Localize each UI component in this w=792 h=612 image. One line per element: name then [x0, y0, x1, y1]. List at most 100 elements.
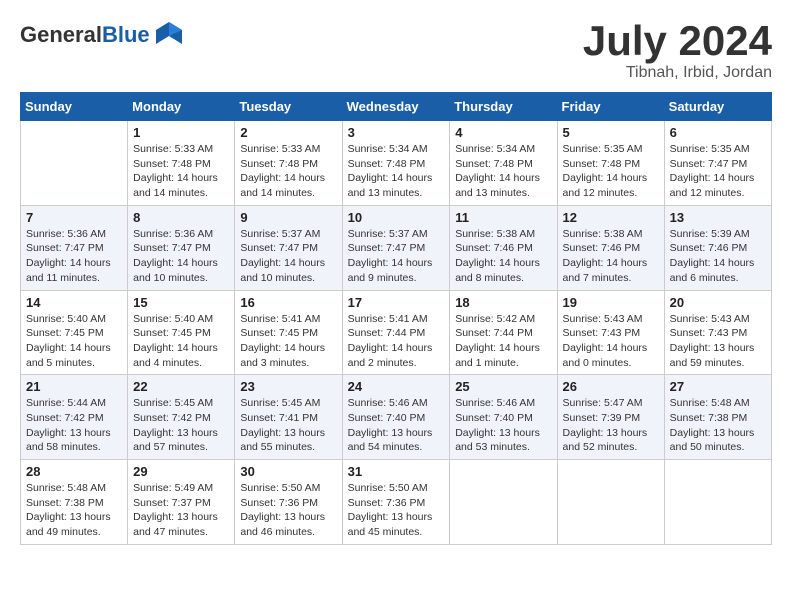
header-day-thursday: Thursday: [450, 93, 557, 121]
day-number: 5: [563, 125, 659, 140]
day-number: 12: [563, 210, 659, 225]
calendar-cell: 30 Sunrise: 5:50 AM Sunset: 7:36 PM Dayli…: [235, 460, 342, 545]
day-info: Sunrise: 5:38 AM Sunset: 7:46 PM Dayligh…: [563, 227, 659, 286]
calendar-cell: 27Sunrise: 5:48 AM Sunset: 7:38 PM Dayli…: [664, 375, 771, 460]
calendar-cell: [557, 460, 664, 545]
day-number: 1: [133, 125, 229, 140]
title-block: July 2024 Tibnah, Irbid, Jordan: [583, 20, 772, 82]
calendar-cell: 2Sunrise: 5:33 AM Sunset: 7:48 PM Daylig…: [235, 121, 342, 206]
calendar-cell: 22 Sunrise: 5:45 AM Sunset: 7:42 PM Dayli…: [128, 375, 235, 460]
calendar-week-row: 28 Sunrise: 5:48 AM Sunset: 7:38 PM Dayli…: [21, 460, 772, 545]
day-number: 3: [348, 125, 445, 140]
calendar-cell: 5 Sunrise: 5:35 AM Sunset: 7:48 PM Daylig…: [557, 121, 664, 206]
day-info: Sunrise: 5:39 AM Sunset: 7:46 PM Dayligh…: [670, 227, 766, 286]
logo: GeneralBlue: [20, 20, 184, 50]
day-number: 26: [563, 379, 659, 394]
day-number: 7: [26, 210, 122, 225]
day-info: Sunrise: 5:50 AM Sunset: 7:36 PM Dayligh…: [240, 481, 336, 540]
calendar-week-row: 21Sunrise: 5:44 AM Sunset: 7:42 PM Dayli…: [21, 375, 772, 460]
calendar-cell: 16 Sunrise: 5:41 AM Sunset: 7:45 PM Dayli…: [235, 290, 342, 375]
calendar-cell: 11 Sunrise: 5:38 AM Sunset: 7:46 PM Dayli…: [450, 205, 557, 290]
calendar-cell: 19Sunrise: 5:43 AM Sunset: 7:43 PM Dayli…: [557, 290, 664, 375]
day-info: Sunrise: 5:37 AM Sunset: 7:47 PM Dayligh…: [240, 227, 336, 286]
day-number: 22: [133, 379, 229, 394]
day-number: 29: [133, 464, 229, 479]
day-number: 28: [26, 464, 122, 479]
day-number: 27: [670, 379, 766, 394]
calendar-cell: 17Sunrise: 5:41 AM Sunset: 7:44 PM Dayli…: [342, 290, 450, 375]
calendar-cell: 9 Sunrise: 5:37 AM Sunset: 7:47 PM Daylig…: [235, 205, 342, 290]
day-info: Sunrise: 5:34 AM Sunset: 7:48 PM Dayligh…: [455, 142, 551, 201]
calendar-cell: 12 Sunrise: 5:38 AM Sunset: 7:46 PM Dayli…: [557, 205, 664, 290]
calendar-cell: 25Sunrise: 5:46 AM Sunset: 7:40 PM Dayli…: [450, 375, 557, 460]
calendar-table: SundayMondayTuesdayWednesdayThursdayFrid…: [20, 92, 772, 545]
day-info: Sunrise: 5:36 AM Sunset: 7:47 PM Dayligh…: [133, 227, 229, 286]
day-info: Sunrise: 5:46 AM Sunset: 7:40 PM Dayligh…: [455, 396, 551, 455]
day-info: Sunrise: 5:35 AM Sunset: 7:48 PM Dayligh…: [563, 142, 659, 201]
calendar-cell: 4 Sunrise: 5:34 AM Sunset: 7:48 PM Daylig…: [450, 121, 557, 206]
calendar-cell: 14 Sunrise: 5:40 AM Sunset: 7:45 PM Dayli…: [21, 290, 128, 375]
calendar-cell: 6 Sunrise: 5:35 AM Sunset: 7:47 PM Daylig…: [664, 121, 771, 206]
calendar-cell: 29Sunrise: 5:49 AM Sunset: 7:37 PM Dayli…: [128, 460, 235, 545]
calendar-cell: 13 Sunrise: 5:39 AM Sunset: 7:46 PM Dayli…: [664, 205, 771, 290]
day-number: 18: [455, 295, 551, 310]
calendar-cell: 26 Sunrise: 5:47 AM Sunset: 7:39 PM Dayli…: [557, 375, 664, 460]
calendar-cell: 10 Sunrise: 5:37 AM Sunset: 7:47 PM Dayli…: [342, 205, 450, 290]
logo-general-text: General: [20, 22, 102, 47]
calendar-cell: [664, 460, 771, 545]
day-info: Sunrise: 5:41 AM Sunset: 7:45 PM Dayligh…: [240, 312, 336, 371]
day-number: 10: [348, 210, 445, 225]
calendar-week-row: 1 Sunrise: 5:33 AM Sunset: 7:48 PM Daylig…: [21, 121, 772, 206]
day-info: Sunrise: 5:45 AM Sunset: 7:42 PM Dayligh…: [133, 396, 229, 455]
day-info: Sunrise: 5:40 AM Sunset: 7:45 PM Dayligh…: [133, 312, 229, 371]
header-day-friday: Friday: [557, 93, 664, 121]
day-info: Sunrise: 5:33 AM Sunset: 7:48 PM Dayligh…: [133, 142, 229, 201]
calendar-cell: 3Sunrise: 5:34 AM Sunset: 7:48 PM Daylig…: [342, 121, 450, 206]
header-day-monday: Monday: [128, 93, 235, 121]
day-number: 16: [240, 295, 336, 310]
day-number: 13: [670, 210, 766, 225]
day-info: Sunrise: 5:41 AM Sunset: 7:44 PM Dayligh…: [348, 312, 445, 371]
day-number: 31: [348, 464, 445, 479]
day-number: 15: [133, 295, 229, 310]
day-number: 6: [670, 125, 766, 140]
day-number: 8: [133, 210, 229, 225]
day-number: 24: [348, 379, 445, 394]
day-number: 30: [240, 464, 336, 479]
calendar-cell: 24 Sunrise: 5:46 AM Sunset: 7:40 PM Dayli…: [342, 375, 450, 460]
day-number: 11: [455, 210, 551, 225]
location-text: Tibnah, Irbid, Jordan: [583, 64, 772, 82]
day-info: Sunrise: 5:43 AM Sunset: 7:43 PM Dayligh…: [670, 312, 766, 371]
day-info: Sunrise: 5:46 AM Sunset: 7:40 PM Dayligh…: [348, 396, 445, 455]
day-info: Sunrise: 5:47 AM Sunset: 7:39 PM Dayligh…: [563, 396, 659, 455]
day-info: Sunrise: 5:44 AM Sunset: 7:42 PM Dayligh…: [26, 396, 122, 455]
day-number: 9: [240, 210, 336, 225]
calendar-week-row: 14 Sunrise: 5:40 AM Sunset: 7:45 PM Dayli…: [21, 290, 772, 375]
logo-blue-text: Blue: [102, 22, 150, 47]
day-info: Sunrise: 5:50 AM Sunset: 7:36 PM Dayligh…: [348, 481, 445, 540]
day-info: Sunrise: 5:33 AM Sunset: 7:48 PM Dayligh…: [240, 142, 336, 201]
calendar-cell: 18Sunrise: 5:42 AM Sunset: 7:44 PM Dayli…: [450, 290, 557, 375]
logo-flag-icon: [154, 20, 184, 50]
header-day-saturday: Saturday: [664, 93, 771, 121]
day-info: Sunrise: 5:40 AM Sunset: 7:45 PM Dayligh…: [26, 312, 122, 371]
day-number: 4: [455, 125, 551, 140]
calendar-cell: 23 Sunrise: 5:45 AM Sunset: 7:41 PM Dayli…: [235, 375, 342, 460]
page-header: GeneralBlue July 2024 Tibnah, Irbid, Jor…: [20, 20, 772, 82]
day-info: Sunrise: 5:36 AM Sunset: 7:47 PM Dayligh…: [26, 227, 122, 286]
day-number: 23: [240, 379, 336, 394]
day-number: 19: [563, 295, 659, 310]
calendar-cell: 1 Sunrise: 5:33 AM Sunset: 7:48 PM Daylig…: [128, 121, 235, 206]
calendar-cell: [21, 121, 128, 206]
day-info: Sunrise: 5:48 AM Sunset: 7:38 PM Dayligh…: [26, 481, 122, 540]
calendar-cell: 7 Sunrise: 5:36 AM Sunset: 7:47 PM Daylig…: [21, 205, 128, 290]
calendar-cell: 21Sunrise: 5:44 AM Sunset: 7:42 PM Dayli…: [21, 375, 128, 460]
calendar-cell: 8 Sunrise: 5:36 AM Sunset: 7:47 PM Daylig…: [128, 205, 235, 290]
day-info: Sunrise: 5:37 AM Sunset: 7:47 PM Dayligh…: [348, 227, 445, 286]
day-number: 14: [26, 295, 122, 310]
calendar-cell: 20Sunrise: 5:43 AM Sunset: 7:43 PM Dayli…: [664, 290, 771, 375]
day-info: Sunrise: 5:38 AM Sunset: 7:46 PM Dayligh…: [455, 227, 551, 286]
day-info: Sunrise: 5:45 AM Sunset: 7:41 PM Dayligh…: [240, 396, 336, 455]
calendar-cell: 31 Sunrise: 5:50 AM Sunset: 7:36 PM Dayli…: [342, 460, 450, 545]
day-info: Sunrise: 5:35 AM Sunset: 7:47 PM Dayligh…: [670, 142, 766, 201]
